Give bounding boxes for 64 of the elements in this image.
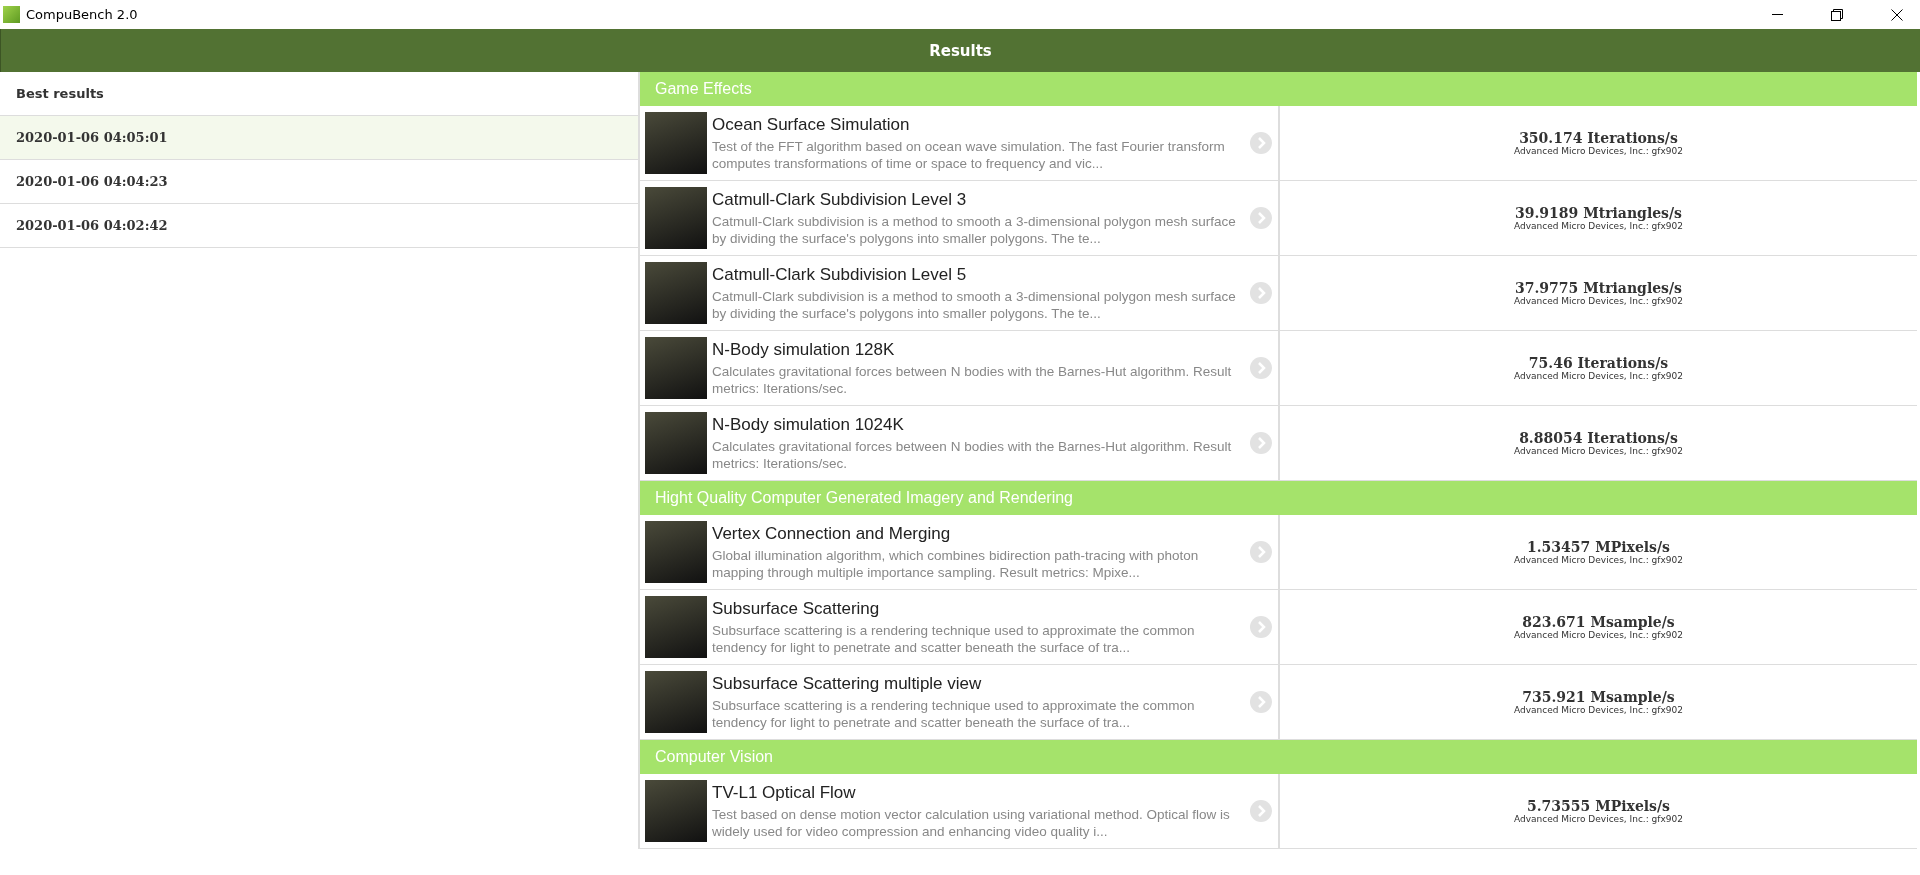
test-description: Subsurface scattering is a rendering technique used to approximate the common tendency for light to penetrate and scatter beneath the surface of tra... [712,696,1196,731]
chevron-right-icon[interactable] [1250,282,1272,304]
score-value: 1.53457 MPixels/s [1527,539,1670,555]
close-icon [1891,8,1903,21]
test-name: N-Body simulation 128K [712,339,896,360]
device-name: Advanced Micro Devices, Inc.: gfx902 [1513,630,1683,640]
section-title: Computer Vision [655,748,773,766]
test-description: Catmull-Clark subdivision is a method to smooth a 3-dimensional polygon mesh surface by dividing the surface's polygons into smaller polygons. The te... [712,212,1237,247]
photo-placeholder [645,521,707,583]
test-description: Test of the FFT algorithm based on ocean wave simulation. The fast Fourier transform computes transformations of time or space to frequency and vic... [712,137,1226,172]
score-value: 8.88054 Iterations/s [1519,430,1678,446]
test-name: Catmull-Clark Subdivision Level 5 [712,264,968,285]
chevron-right-icon[interactable] [1250,207,1272,229]
device-name: Advanced Micro Devices, Inc.: gfx902 [1513,146,1683,156]
result-date-item[interactable]: 2020-01-06 04:05:01 [0,116,638,160]
device-name: Advanced Micro Devices, Inc.: gfx902 [1513,555,1683,565]
window-title: CompuBench 2.0 [26,7,139,22]
score-value: 5.73555 MPixels/s [1527,798,1670,814]
chevron-right-icon[interactable] [1250,691,1272,713]
photo-placeholder [645,780,707,842]
test-description: Test based on dense motion vector calculation using variational method. Optical flow is widely used for video compression and enhancing video quality i... [712,805,1231,840]
score-value: 823.671 Msample/s [1522,614,1675,630]
test-description: Catmull-Clark subdivision is a method to smooth a 3-dimensional polygon mesh surface by dividing the surface's polygons into smaller polygons. The te... [712,287,1237,322]
test-description: Global illumination algorithm, which combines bidirection path-tracing with photon mapping through multiple importance sampling. Result metrics: Mpixe... [712,546,1200,581]
section-title: Hight Quality Computer Generated Imagery and Rendering [655,489,1073,507]
chevron-right-icon[interactable] [1250,616,1272,638]
test-description: Calculates gravitational forces between N bodies with the Barnes-Hut algorithm. Result metrics: Iterations/sec. [712,437,1233,472]
test-name: Catmull-Clark Subdivision Level 3 [712,189,968,210]
restore-icon [1831,8,1843,21]
chevron-right-icon[interactable] [1250,541,1272,563]
score-value: 350.174 Iterations/s [1519,130,1678,146]
device-name: Advanced Micro Devices, Inc.: gfx902 [1513,814,1683,824]
device-name: Advanced Micro Devices, Inc.: gfx902 [1513,446,1683,456]
photo-placeholder [645,671,707,733]
header-title: Results [929,41,992,60]
photo-placeholder [645,596,707,658]
test-name: Subsurface Scattering multiple view [712,673,983,694]
photo-placeholder [645,337,707,399]
app-logo-icon [3,6,20,23]
chevron-right-icon[interactable] [1250,800,1272,822]
score-value: 39.9189 Mtriangles/s [1515,205,1682,221]
photo-placeholder [645,412,707,474]
device-name: Advanced Micro Devices, Inc.: gfx902 [1513,221,1683,231]
score-value: 75.46 Iterations/s [1528,355,1669,371]
section-title: Game Effects [655,80,752,98]
test-name: Vertex Connection and Merging [712,523,952,544]
test-name: TV-L1 Optical Flow [712,782,857,803]
test-name: Subsurface Scattering [712,598,881,619]
chevron-right-icon[interactable] [1250,432,1272,454]
test-description: Subsurface scattering is a rendering technique used to approximate the common tendency for light to penetrate and scatter beneath the surface of tra... [712,621,1196,656]
test-description: Calculates gravitational forces between N bodies with the Barnes-Hut algorithm. Result metrics: Iterations/sec. [712,362,1233,397]
chevron-right-icon[interactable] [1250,357,1272,379]
score-value: 735.921 Msample/s [1522,689,1675,705]
score-value: 37.9775 Mtriangles/s [1515,280,1682,296]
photo-placeholder [645,112,707,174]
minimize-icon [1771,14,1783,15]
photo-placeholder [645,187,707,249]
chevron-right-icon[interactable] [1250,132,1272,154]
device-name: Advanced Micro Devices, Inc.: gfx902 [1513,296,1683,306]
test-name: N-Body simulation 1024K [712,414,905,435]
device-name: Advanced Micro Devices, Inc.: gfx902 [1513,371,1683,381]
photo-placeholder [645,262,707,324]
test-name: Ocean Surface Simulation [712,114,911,135]
device-name: Advanced Micro Devices, Inc.: gfx902 [1513,705,1683,715]
